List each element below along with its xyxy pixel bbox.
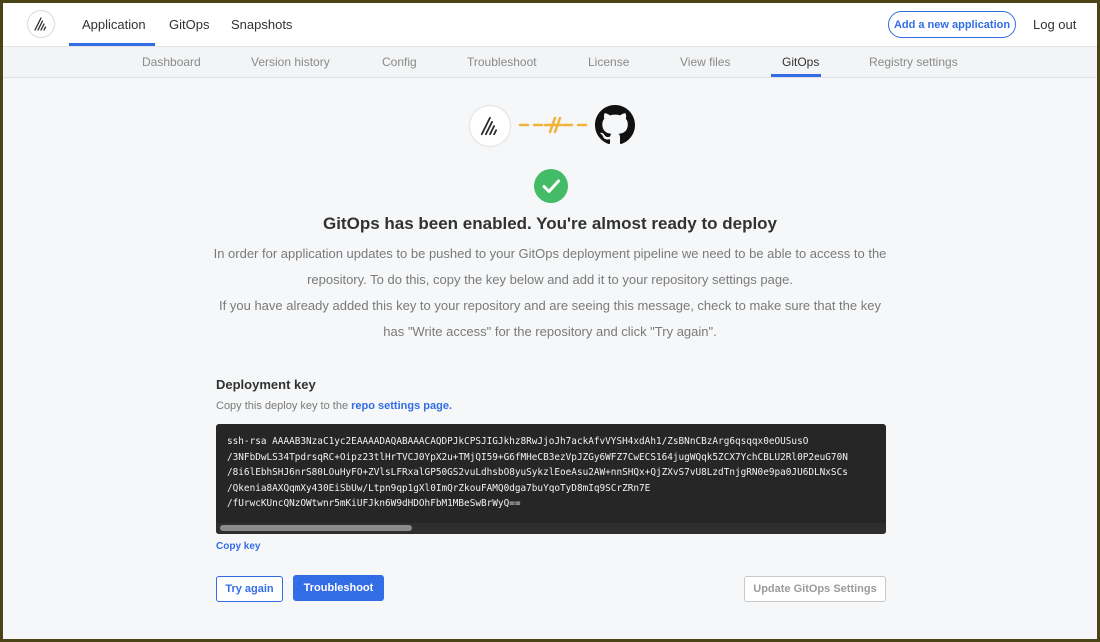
- active-nav-indicator: [69, 43, 155, 46]
- nav-gitops[interactable]: GitOps: [169, 3, 209, 46]
- broken-link-icon: [518, 116, 588, 134]
- nav-snapshots[interactable]: Snapshots: [231, 3, 292, 46]
- nav-application[interactable]: Application: [82, 3, 146, 46]
- tab-view-files[interactable]: View files: [680, 47, 730, 77]
- troubleshoot-button[interactable]: Troubleshoot: [293, 575, 384, 601]
- try-again-button[interactable]: Try again: [216, 576, 283, 602]
- copy-key-link[interactable]: Copy key: [216, 541, 260, 552]
- app-window: Application GitOps Snapshots Add a new a…: [3, 3, 1097, 639]
- tab-registry-settings[interactable]: Registry settings: [869, 47, 958, 77]
- tab-version-history[interactable]: Version history: [251, 47, 330, 77]
- tab-dashboard[interactable]: Dashboard: [142, 47, 201, 77]
- deploy-key-box[interactable]: ssh-rsa AAAAB3NzaC1yc2EAAAADAQABAAACAQDP…: [216, 424, 886, 534]
- logout-link[interactable]: Log out: [1033, 3, 1076, 46]
- app-sub-navigation: Dashboard Version history Config Trouble…: [3, 47, 1097, 78]
- active-tab-indicator: [771, 74, 821, 77]
- check-circle-icon: [534, 169, 568, 203]
- top-navigation-bar: Application GitOps Snapshots Add a new a…: [3, 3, 1097, 47]
- tab-config[interactable]: Config: [382, 47, 417, 77]
- tab-troubleshoot[interactable]: Troubleshoot: [467, 47, 537, 77]
- instructions-paragraph: In order for application updates to be p…: [213, 246, 887, 287]
- tab-gitops[interactable]: GitOps: [782, 47, 819, 77]
- repo-settings-link[interactable]: repo settings page.: [351, 400, 452, 412]
- deploy-key-text[interactable]: ssh-rsa AAAAB3NzaC1yc2EAAAADAQABAAACAQDP…: [227, 434, 848, 512]
- page-title: GitOps has been enabled. You're almost r…: [322, 214, 778, 233]
- tab-license[interactable]: License: [588, 47, 629, 77]
- update-gitops-settings-button[interactable]: Update GitOps Settings: [744, 576, 886, 602]
- kots-logo-icon: [469, 105, 511, 147]
- github-icon: [595, 105, 635, 145]
- deployment-key-label: Deployment key: [216, 377, 316, 392]
- scrollbar-thumb[interactable]: [220, 525, 412, 531]
- horizontal-scrollbar[interactable]: [216, 523, 886, 534]
- deployment-key-help-text: Copy this deploy key to the: [216, 400, 352, 412]
- deployment-key-help: Copy this deploy key to the repo setting…: [216, 400, 452, 412]
- write-access-paragraph: If you have already added this key to yo…: [219, 298, 881, 339]
- kots-logo-icon[interactable]: [27, 10, 55, 38]
- add-new-application-button[interactable]: Add a new application: [888, 11, 1016, 38]
